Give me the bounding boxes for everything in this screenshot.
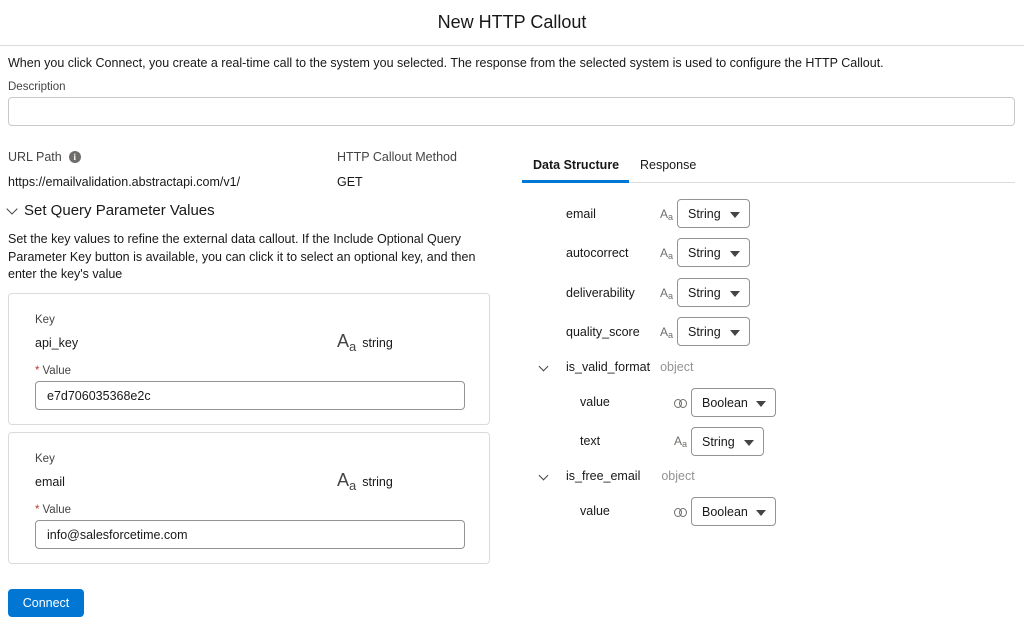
tab-response[interactable]: Response xyxy=(640,158,696,172)
caret-down-icon xyxy=(730,251,740,257)
connect-button[interactable]: Connect xyxy=(8,589,84,617)
email-value-input[interactable]: info@salesforcetime.com xyxy=(35,520,465,549)
description-input[interactable] xyxy=(8,97,1015,126)
object-tag: object xyxy=(661,469,695,483)
structure-tabs: Data Structure Response xyxy=(522,147,1015,183)
type-select-ife-value[interactable]: Boolean xyxy=(691,497,776,526)
field-name: value xyxy=(580,395,610,409)
query-section-help: Set the key values to refine the externa… xyxy=(8,232,476,281)
caret-down-icon xyxy=(744,440,754,446)
ds-row-is-valid-format: is_valid_format object xyxy=(566,360,693,374)
text-type-icon: Aa xyxy=(337,470,357,493)
text-type-icon: Aa xyxy=(660,325,674,340)
field-name: deliverability xyxy=(566,286,635,300)
type-select-deliverability[interactable]: String xyxy=(677,278,750,307)
required-marker: * xyxy=(35,504,40,516)
url-path-value: https://emailvalidation.abstractapi.com/… xyxy=(8,175,241,189)
method-value: GET xyxy=(337,175,363,189)
field-name: is_valid_format xyxy=(566,360,651,374)
field-name: text xyxy=(580,434,601,448)
query-section-toggle[interactable]: Set Query Parameter Values xyxy=(6,202,215,219)
param-card-email: Key email Aa string * Value info@salesfor… xyxy=(8,432,490,564)
selected-type: String xyxy=(688,324,721,339)
selected-type: String xyxy=(702,434,735,449)
caret-down-icon xyxy=(730,212,740,218)
value-label: * Value xyxy=(35,504,72,516)
caret-down-icon xyxy=(756,510,766,516)
param-card-api-key: Key api_key Aa string * Value e7d70603536… xyxy=(8,293,490,425)
selected-type: Boolean xyxy=(702,395,748,410)
ds-row-autocorrect: autocorrect xyxy=(566,246,629,260)
ds-row-deliverability: deliverability xyxy=(566,286,635,300)
param-type: Aa string xyxy=(337,471,393,492)
tab-data-structure[interactable]: Data Structure xyxy=(533,158,619,172)
field-name: email xyxy=(566,207,596,221)
ds-row-ivf-text: text xyxy=(580,434,600,448)
required-marker: * xyxy=(35,365,40,377)
type-select-autocorrect[interactable]: String xyxy=(677,238,750,267)
page-title: New HTTP Callout xyxy=(437,12,587,32)
query-section-title: Set Query Parameter Values xyxy=(24,202,215,219)
key-value: email xyxy=(35,475,65,489)
intro-text: When you click Connect, you create a rea… xyxy=(8,56,884,70)
key-label: Key xyxy=(35,453,55,465)
type-select-quality-score[interactable]: String xyxy=(677,317,750,346)
field-name: value xyxy=(580,504,610,518)
type-select-ivf-text[interactable]: String xyxy=(691,427,764,456)
text-type-icon: Aa xyxy=(337,331,357,354)
caret-down-icon xyxy=(730,330,740,336)
selected-type: String xyxy=(688,206,721,221)
active-tab-indicator xyxy=(522,180,629,183)
selected-type: String xyxy=(688,285,721,300)
ds-row-is-free-email: is_free_email object xyxy=(566,469,695,483)
field-name: is_free_email xyxy=(566,469,641,483)
caret-down-icon xyxy=(730,291,740,297)
key-value: api_key xyxy=(35,336,79,350)
text-type-icon: Aa xyxy=(674,434,688,449)
link-icon xyxy=(674,399,688,408)
url-path-label-group: URL Path i xyxy=(8,150,81,164)
value-label: * Value xyxy=(35,365,72,377)
link-icon xyxy=(674,508,688,517)
ds-row-ife-value: value xyxy=(580,504,610,518)
chevron-down-icon[interactable] xyxy=(538,470,549,481)
ds-row-quality-score: quality_score xyxy=(566,325,640,339)
info-icon[interactable]: i xyxy=(68,151,81,163)
selected-type: String xyxy=(688,245,721,260)
param-type-label: string xyxy=(362,474,393,489)
param-type-label: string xyxy=(362,335,393,350)
field-name: autocorrect xyxy=(566,246,629,260)
text-type-icon: Aa xyxy=(660,286,674,301)
chevron-down-icon xyxy=(6,202,18,215)
method-label: HTTP Callout Method xyxy=(337,150,457,164)
type-select-ivf-value[interactable]: Boolean xyxy=(691,388,776,417)
api-key-value-input[interactable]: e7d706035368e2c xyxy=(35,381,465,410)
type-select-email[interactable]: String xyxy=(677,199,750,228)
field-name: quality_score xyxy=(566,325,640,339)
key-label: Key xyxy=(35,314,55,326)
selected-type: Boolean xyxy=(702,504,748,519)
chevron-down-icon[interactable] xyxy=(538,361,549,372)
ds-row-email: email xyxy=(566,207,596,221)
modal-header: New HTTP Callout xyxy=(0,0,1024,46)
caret-down-icon xyxy=(756,401,766,407)
url-path-label: URL Path xyxy=(8,150,62,164)
object-tag: object xyxy=(660,360,694,374)
ds-row-ivf-value: value xyxy=(580,395,610,409)
text-type-icon: Aa xyxy=(660,207,674,222)
description-label: Description xyxy=(8,81,66,93)
text-type-icon: Aa xyxy=(660,246,674,261)
param-type: Aa string xyxy=(337,332,393,353)
